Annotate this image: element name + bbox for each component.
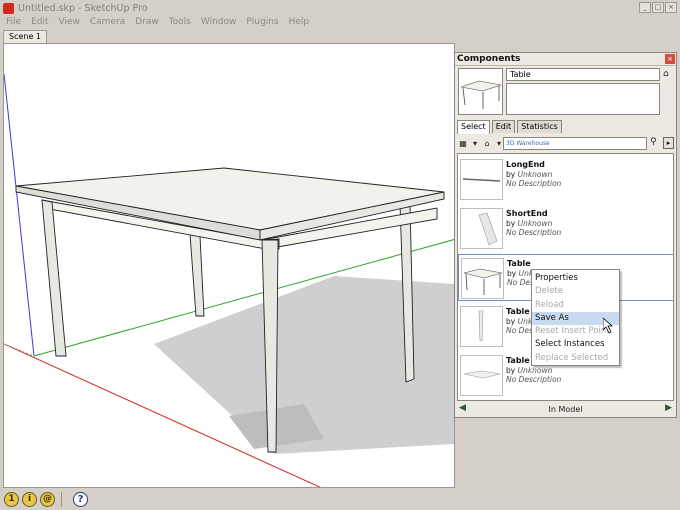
search-placeholder: 3D Warehouse	[506, 140, 550, 147]
minimize-button[interactable]: _	[639, 2, 651, 13]
table-thumbnail	[461, 258, 504, 299]
tab-edit[interactable]: Edit	[491, 120, 516, 133]
close-window-button[interactable]: ×	[665, 2, 677, 13]
model-viewport[interactable]	[3, 43, 455, 488]
menu-item-reload[interactable]: Reload	[532, 299, 619, 312]
back-left-leg	[189, 233, 205, 317]
item-author: by Unknown	[506, 170, 553, 179]
menu-item-replace-selected[interactable]: Replace Selected	[532, 352, 619, 365]
item-author: by Unknown	[506, 219, 553, 228]
status-bar: 1 i @ ?	[0, 489, 680, 510]
item-description: No Description	[506, 179, 562, 188]
menu-view[interactable]: View	[59, 16, 80, 30]
menu-plugins[interactable]: Plugins	[246, 16, 278, 30]
menu-draw[interactable]: Draw	[135, 16, 159, 30]
sketchup-app-icon	[3, 2, 14, 14]
table-thumbnail-icon	[460, 80, 502, 109]
table-model-drawing	[4, 73, 454, 487]
collection-label: In Model	[548, 405, 583, 414]
forward-arrow-icon[interactable]: ▶	[665, 403, 672, 413]
menu-help[interactable]: Help	[289, 16, 310, 30]
menu-item-delete[interactable]: Delete	[532, 285, 619, 298]
status-divider	[61, 492, 62, 507]
window-controls: _ □ ×	[639, 2, 677, 13]
components-title: Components	[457, 54, 521, 64]
home-icon[interactable]: ⌂	[481, 138, 493, 150]
info-icon[interactable]: i	[22, 492, 37, 507]
menu-file[interactable]: File	[6, 16, 21, 30]
maximize-button[interactable]: □	[652, 2, 664, 13]
component-preview: Table ⌂	[458, 68, 674, 116]
model-home-icon[interactable]: ⌂	[663, 68, 673, 80]
shortend-thumbnail	[460, 208, 503, 249]
components-header: Components	[455, 53, 676, 66]
view-options-dropdown-icon[interactable]: ▾	[469, 138, 481, 150]
axis-dash	[4, 343, 35, 357]
scene-tab[interactable]: Scene 1	[3, 30, 48, 43]
item-name: Table	[506, 307, 530, 316]
warehouse-search-input[interactable]: 3D Warehouse	[503, 137, 647, 150]
components-nav-row: ▦ ▾ ⌂ ▾ 3D Warehouse ⚲ ▸	[457, 136, 674, 151]
help-icon[interactable]: ?	[73, 492, 88, 507]
details-arrow-icon[interactable]: ▸	[663, 137, 674, 149]
mouse-cursor-icon	[603, 318, 614, 334]
list-item[interactable]: ShortEnd by Unknown No Description	[458, 205, 673, 252]
item-description: No Description	[506, 228, 562, 237]
tab-statistics[interactable]: Statistics	[517, 120, 562, 133]
menu-camera[interactable]: Camera	[90, 16, 125, 30]
components-footer: ◀ In Model ▶	[457, 403, 674, 416]
item-name: Table	[506, 356, 530, 365]
tab-select[interactable]: Select	[457, 120, 490, 134]
table-leg-thumbnail	[460, 306, 503, 347]
credits-icon[interactable]: @	[40, 492, 55, 507]
menu-item-select-instances[interactable]: Select Instances	[532, 338, 619, 351]
item-name: Table	[507, 259, 531, 268]
component-description-field[interactable]	[506, 83, 660, 115]
back-arrow-icon[interactable]: ◀	[459, 403, 466, 413]
menu-bar: File Edit View Camera Draw Tools Window …	[0, 16, 680, 30]
geo-location-icon[interactable]: 1	[4, 492, 19, 507]
item-description: No Description	[506, 375, 562, 384]
item-name: ShortEnd	[506, 209, 548, 218]
search-icon[interactable]: ⚲	[650, 137, 661, 149]
item-author: by Unknown	[506, 366, 553, 375]
menu-tools[interactable]: Tools	[169, 16, 191, 30]
item-name: LongEnd	[506, 160, 545, 169]
title-bar: Untitled.skp - SketchUp Pro _ □ ×	[0, 0, 680, 16]
menu-item-properties[interactable]: Properties	[532, 272, 619, 285]
menu-edit[interactable]: Edit	[31, 16, 48, 30]
front-left-leg	[41, 199, 67, 357]
view-options-icon[interactable]: ▦	[457, 138, 469, 150]
components-close-button[interactable]: ×	[665, 54, 675, 64]
menu-window[interactable]: Window	[201, 16, 237, 30]
window-title: Untitled.skp - SketchUp Pro	[18, 2, 148, 14]
longend-thumbnail	[460, 159, 503, 200]
component-thumbnail	[458, 68, 503, 115]
list-item[interactable]: LongEnd by Unknown No Description	[458, 156, 673, 203]
blue-axis	[4, 73, 35, 357]
components-tabs: Select Edit Statistics	[457, 120, 564, 134]
component-name-field[interactable]: Table	[506, 68, 660, 81]
table-top-thumbnail	[460, 355, 503, 396]
